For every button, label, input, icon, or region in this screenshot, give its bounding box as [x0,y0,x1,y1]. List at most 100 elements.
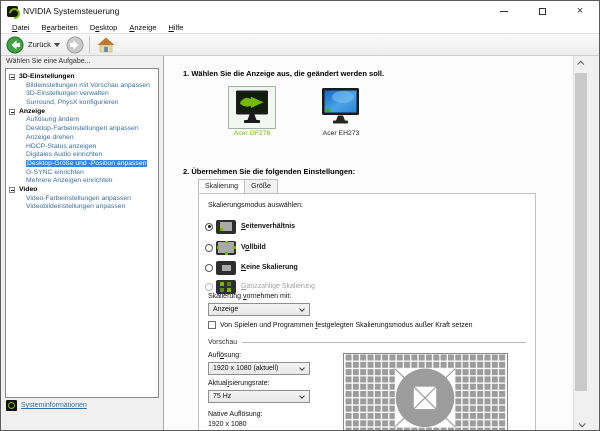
radio-vollbild[interactable]: Vollbild [205,240,266,255]
home-button[interactable] [97,37,115,53]
tree-item-surround-physx[interactable]: Surround, PhysX konfigurieren [6,99,158,108]
monitor-gf276-icon [236,90,268,123]
toolbar-separator [88,36,90,53]
tree-item-3d-einstellungen-verwalten[interactable]: 3D-Einstellungen verwalten [6,90,158,99]
native-resolution-value: 1920 x 1080 [208,421,247,428]
chevron-down-icon [299,364,305,371]
tree-item-anzeige-drehen[interactable]: Anzeige drehen [6,134,158,143]
window-controls: × [485,1,599,21]
back-button-label: Zurück [28,40,51,49]
settings-tabs: Skalierung Größe [198,179,278,193]
aspect-ratio-icon [216,219,236,234]
radio-icon[interactable] [205,222,213,231]
display-gf276-label: Acer GF276 [233,130,271,137]
refresh-rate-select[interactable]: 75 Hz [208,390,310,403]
tree-category-anzeige[interactable]: Anzeige [6,108,158,117]
forward-button[interactable] [66,36,84,54]
display-eh273-label: Acer EH273 [322,130,360,137]
maximize-icon [538,7,546,15]
collapse-icon[interactable] [9,108,15,115]
checkbox-icon[interactable] [208,321,216,329]
menu-desktop[interactable]: Desktop [84,23,124,32]
resolution-label: Auflösung: [208,352,242,359]
tree-item-desktop-groesse-position[interactable]: Desktop-Größe und -Position anpassen [6,159,158,169]
tree-item-aufloesung-aendern[interactable]: Auflösung ändern [6,116,158,125]
section-divider [242,342,526,343]
title-bar: NVIDIA Systemsteuerung × [1,1,599,21]
tab-skalierung[interactable]: Skalierung [198,179,246,193]
radio-ganzzahlige-skalierung: Ganzzahlige Skalierung [205,279,315,294]
scroll-up-button[interactable] [574,56,588,71]
radio-icon[interactable] [205,243,213,252]
skalierung-tab-panel: Skalierungsmodus auswählen: Seitenverhäl… [198,193,536,430]
window-body: Wählen Sie eine Aufgabe... 3D-Einstellun… [1,56,599,430]
step1-heading: 1. Wählen Sie die Anzeige aus, die geänd… [183,69,385,78]
scroll-down-button[interactable] [574,417,588,430]
minimize-icon [500,10,508,12]
nvidia-icon [6,400,17,411]
sidebar-header: Wählen Sie eine Aufgabe... [6,58,91,65]
scaling-mode-label: Skalierungsmodus auswählen: [208,202,303,209]
menu-bar: Datei Bearbeiten Desktop Anzeige Hilfe [1,21,599,33]
refresh-rate-label: Aktualisierungsrate: [208,380,270,387]
resolution-select[interactable]: 1920 x 1080 (aktuell) [208,362,310,375]
tree-item-videobildeinstellungen[interactable]: Videobildeinstellungen anpassen [6,203,158,212]
chevron-down-icon [578,420,586,428]
close-button[interactable]: × [561,1,599,21]
radio-icon [205,282,213,291]
chevron-down-icon [299,392,305,399]
task-sidebar: Wählen Sie eine Aufgabe... 3D-Einstellun… [1,56,163,430]
preview-section: Vorschau [208,339,526,346]
monitor-eh273-icon [322,88,359,124]
scaling-preview-image [343,353,508,430]
no-scaling-icon [216,260,236,275]
chevron-up-icon [576,60,584,68]
radio-icon[interactable] [205,263,213,272]
close-icon: × [576,4,584,17]
integer-scaling-icon [216,279,236,294]
menu-bearbeiten[interactable]: Bearbeiten [36,23,84,32]
tree-item-desktop-farbeinstellungen[interactable]: Desktop-Farbeinstellungen anpassen [6,125,158,134]
nvidia-app-icon [7,5,18,17]
navigation-toolbar: Zurück [1,33,599,56]
window-title: NVIDIA Systemsteuerung [23,6,120,16]
chevron-down-icon [299,305,305,312]
collapse-icon[interactable] [9,187,15,194]
tree-item-hdcp-status[interactable]: HDCP-Status anzeigen [6,143,158,152]
tree-item-gsync[interactable]: G-SYNC einrichten [6,169,158,178]
tree-item-video-farbeinstellungen[interactable]: Video-Farbeinstellungen anpassen [6,195,158,204]
tree-item-mehrere-anzeigen[interactable]: Mehrere Anzeigen einrichten [6,177,158,186]
back-icon [6,36,24,53]
menu-datei[interactable]: Datei [6,23,36,32]
preview-section-label: Vorschau [208,339,238,346]
forward-icon [66,36,84,53]
display-acer-eh273[interactable] [321,87,361,127]
tab-groesse[interactable]: Größe [245,179,278,193]
tree-category-3d-einstellungen[interactable]: 3D-Einstellungen [6,73,158,82]
fullscreen-icon [216,240,236,255]
step2-heading: 2. Übernehmen Sie die folgenden Einstell… [183,167,356,176]
main-content: 1. Wählen Sie die Anzeige aus, die geänd… [163,56,588,430]
task-tree: 3D-Einstellungen Bildeinstellungen mit V… [5,68,159,398]
nvidia-control-panel-window: NVIDIA Systemsteuerung × Datei Bearbeite… [0,0,600,431]
system-info: Systeminformationen [6,400,87,411]
tree-category-video[interactable]: Video [6,186,158,195]
perform-scaling-select[interactable]: Anzeige [208,303,310,316]
collapse-icon[interactable] [9,74,15,81]
vertical-scrollbar[interactable] [573,56,588,430]
radio-keine-skalierung[interactable]: Keine Skalierung [205,260,298,275]
menu-hilfe[interactable]: Hilfe [162,23,189,32]
radio-seitenverhaeltnis[interactable]: Seitenverhältnis [205,219,295,234]
tree-item-digitales-audio[interactable]: Digitales Audio einrichten [6,151,158,160]
override-scaling-checkbox[interactable]: Von Spielen und Programmen festgelegten … [208,321,473,329]
tree-item-bildeinstellungen[interactable]: Bildeinstellungen mit Vorschau anpassen [6,82,158,91]
back-button[interactable]: Zurück [6,36,54,54]
maximize-button[interactable] [523,1,561,21]
display-acer-gf276[interactable] [228,86,276,129]
perform-scaling-label: Skalierung vornehmen mit: [208,293,292,300]
menu-anzeige[interactable]: Anzeige [123,23,162,32]
back-history-caret-icon[interactable] [53,42,60,47]
scrollbar-thumb[interactable] [575,73,587,391]
minimize-button[interactable] [485,1,523,21]
system-info-link[interactable]: Systeminformationen [21,402,87,409]
